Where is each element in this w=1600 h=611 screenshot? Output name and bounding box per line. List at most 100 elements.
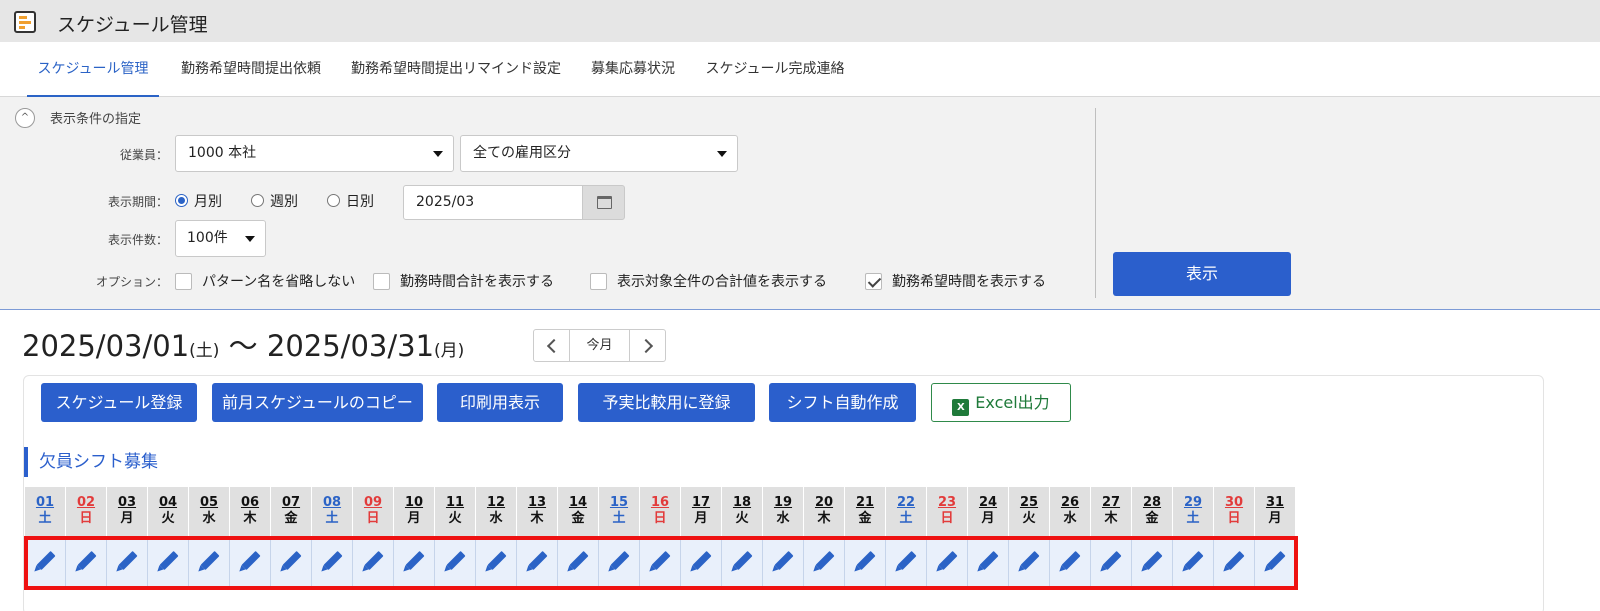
day-header[interactable]: 11 火 [435, 487, 476, 537]
period-radio-monthly[interactable]: 月別 [175, 191, 222, 211]
tab-request-submission[interactable]: 勤務希望時間提出依頼 [166, 42, 336, 97]
day-number: 08 [322, 495, 342, 510]
day-header[interactable]: 01 土 [25, 487, 66, 537]
employment-type-select[interactable]: 全ての雇用区分 [460, 135, 738, 172]
day-header[interactable]: 03 月 [107, 487, 148, 537]
calendar-icon [597, 196, 612, 209]
day-weekday: 水 [1063, 511, 1077, 526]
calendar-button[interactable] [582, 185, 625, 220]
day-number: 30 [1224, 495, 1244, 510]
tab-schedule-management[interactable]: スケジュール管理 [27, 42, 159, 97]
option-work-total-checkbox[interactable]: 勤務時間合計を表示する [373, 271, 554, 291]
day-weekday: 金 [858, 511, 872, 526]
day-header[interactable]: 31 月 [1255, 487, 1296, 537]
day-weekday: 水 [776, 511, 790, 526]
period-heading: 2025/03/01(土) 〜 2025/03/31(月) [22, 323, 464, 365]
caret-down-icon [245, 236, 255, 242]
day-number: 10 [404, 495, 424, 510]
day-weekday: 木 [817, 511, 831, 526]
day-header[interactable]: 12 水 [476, 487, 517, 537]
day-header[interactable]: 06 木 [230, 487, 271, 537]
day-header[interactable]: 24 月 [968, 487, 1009, 537]
tab-recruit-status[interactable]: 募集応募状況 [578, 42, 688, 97]
day-header[interactable]: 23 日 [927, 487, 968, 537]
highlight-box [24, 536, 1298, 590]
day-weekday: 日 [1227, 511, 1241, 526]
day-number: 16 [650, 495, 670, 510]
day-number: 18 [732, 495, 752, 510]
schedule-app-icon [14, 11, 36, 33]
day-header[interactable]: 21 金 [845, 487, 886, 537]
day-weekday: 日 [653, 511, 667, 526]
day-number: 14 [568, 495, 588, 510]
day-number: 13 [527, 495, 547, 510]
option-no-abbrev-checkbox[interactable]: パターン名を省略しない [175, 271, 355, 291]
day-header[interactable]: 02 日 [66, 487, 107, 537]
tab-remind-settings[interactable]: 勤務希望時間提出リマインド設定 [345, 42, 567, 97]
day-weekday: 日 [940, 511, 954, 526]
print-view-button[interactable]: 印刷用表示 [437, 383, 563, 422]
day-header[interactable]: 05 水 [189, 487, 230, 537]
day-number: 26 [1060, 495, 1080, 510]
day-number: 28 [1142, 495, 1162, 510]
options-label: オプション： [95, 275, 168, 289]
day-weekday: 木 [243, 511, 257, 526]
day-number: 22 [896, 495, 916, 510]
next-month-chevron-right-icon[interactable] [629, 330, 665, 361]
day-weekday: 土 [38, 511, 52, 526]
day-header[interactable]: 04 火 [148, 487, 189, 537]
day-weekday: 水 [489, 511, 503, 526]
day-header[interactable]: 08 土 [312, 487, 353, 537]
day-header[interactable]: 29 土 [1173, 487, 1214, 537]
day-header[interactable]: 18 火 [722, 487, 763, 537]
day-weekday: 月 [407, 511, 421, 526]
day-weekday: 水 [202, 511, 216, 526]
day-header[interactable]: 27 木 [1091, 487, 1132, 537]
employee-select[interactable]: 1000 本社 [175, 135, 454, 172]
option-desired-hours-checkbox[interactable]: 勤務希望時間を表示する [865, 271, 1046, 291]
count-select[interactable]: 100件 [175, 220, 266, 257]
day-header[interactable]: 25 火 [1009, 487, 1050, 537]
register-comparison-button[interactable]: 予実比較用に登録 [578, 383, 755, 422]
day-header[interactable]: 13 木 [517, 487, 558, 537]
day-weekday: 土 [325, 511, 339, 526]
day-header[interactable]: 17 月 [681, 487, 722, 537]
panel-divider [1095, 108, 1096, 298]
tab-schedule-complete[interactable]: スケジュール完成連絡 [700, 42, 850, 97]
day-header[interactable]: 22 土 [886, 487, 927, 537]
radio-empty-icon [251, 194, 264, 207]
prev-month-chevron-left-icon[interactable] [534, 330, 570, 361]
period-radio-weekly[interactable]: 週別 [251, 191, 298, 211]
option-all-total-checkbox[interactable]: 表示対象全件の合計値を表示する [590, 271, 827, 291]
schedule-register-button[interactable]: スケジュール登録 [41, 383, 197, 422]
collapse-chevron-up-icon[interactable]: ^ [15, 108, 35, 128]
day-weekday: 火 [161, 511, 175, 526]
this-month-button[interactable]: 今月 [570, 330, 629, 361]
day-header[interactable]: 10 月 [394, 487, 435, 537]
day-header[interactable]: 15 土 [599, 487, 640, 537]
period-separator: 〜 [228, 329, 258, 363]
excel-export-button[interactable]: X Excel出力 [931, 383, 1071, 422]
copy-last-month-button[interactable]: 前月スケジュールのコピー [212, 383, 423, 422]
day-header[interactable]: 26 水 [1050, 487, 1091, 537]
day-weekday: 月 [1268, 511, 1282, 526]
count-label: 表示件数： [107, 233, 168, 247]
day-header[interactable]: 20 木 [804, 487, 845, 537]
day-header[interactable]: 07 金 [271, 487, 312, 537]
period-radio-daily[interactable]: 日別 [327, 191, 374, 211]
day-header[interactable]: 19 水 [763, 487, 804, 537]
auto-shift-button[interactable]: シフト自動作成 [769, 383, 916, 422]
show-button[interactable]: 表示 [1113, 252, 1291, 296]
day-weekday: 土 [899, 511, 913, 526]
month-input[interactable]: 2025/03 [403, 185, 583, 220]
day-header[interactable]: 16 日 [640, 487, 681, 537]
day-number: 23 [937, 495, 957, 510]
day-header[interactable]: 14 金 [558, 487, 599, 537]
day-weekday: 月 [120, 511, 134, 526]
vacancy-section-title: 欠員シフト募集 [24, 447, 158, 477]
day-header[interactable]: 30 日 [1214, 487, 1255, 537]
day-header[interactable]: 28 金 [1132, 487, 1173, 537]
day-header[interactable]: 09 日 [353, 487, 394, 537]
day-number: 19 [773, 495, 793, 510]
day-number: 20 [814, 495, 834, 510]
